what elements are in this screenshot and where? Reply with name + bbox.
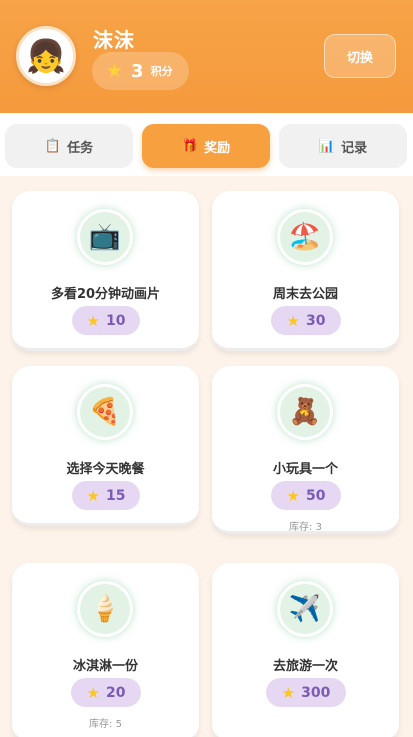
star-icon: ★ xyxy=(86,311,100,330)
cost-value: 20 xyxy=(105,684,126,701)
points-badge: ★ 3 积分 xyxy=(92,52,189,90)
reward-card[interactable]: 🧸 小玩具一个 ★ 50 库存: 3 xyxy=(212,366,399,534)
ice-cream-icon: 🍦 xyxy=(77,581,133,637)
tab-label: 记录 xyxy=(341,140,368,156)
reward-grid: 📺 多看20分钟动画片 ★ 10 🏖️ 周末去公园 ★ 30 🍕 选择今天晚餐 … xyxy=(0,176,413,737)
tab-rewards[interactable]: 🎁 奖励 xyxy=(142,124,270,168)
reward-title: 去旅游一次 xyxy=(272,659,338,674)
reward-cost: ★ 15 xyxy=(72,481,140,510)
beach-icon: 🏖️ xyxy=(277,209,333,265)
star-icon: ★ xyxy=(106,59,124,82)
stock-count: 库存: 5 xyxy=(89,719,122,730)
airplane-icon: ✈️ xyxy=(277,581,333,637)
reward-cost: ★ 20 xyxy=(71,678,141,707)
stock-count: 库存: 3 xyxy=(289,522,322,533)
header: 👧 沫沫 ★ 3 积分 切换 xyxy=(0,0,413,113)
points-unit: 积分 xyxy=(150,65,173,78)
gift-icon: 🎁 xyxy=(181,138,199,154)
reward-title: 多看20分钟动画片 xyxy=(50,287,161,302)
clipboard-icon: 📋 xyxy=(44,138,62,154)
star-icon: ★ xyxy=(286,486,300,505)
pizza-icon: 🍕 xyxy=(77,384,133,440)
star-icon: ★ xyxy=(86,486,100,505)
tab-records[interactable]: 📊 记录 xyxy=(279,124,407,168)
switch-child-button[interactable]: 切换 xyxy=(324,34,396,78)
reward-cost: ★ 50 xyxy=(271,481,341,510)
reward-title: 周末去公园 xyxy=(272,287,338,302)
user-name: 沫沫 xyxy=(93,28,135,52)
tab-label: 任务 xyxy=(67,140,94,156)
tab-bar: 📋 任务 🎁 奖励 📊 记录 xyxy=(0,113,413,176)
tab-label: 奖励 xyxy=(204,140,231,156)
cost-value: 50 xyxy=(305,487,326,504)
cost-value: 300 xyxy=(301,684,331,701)
reward-cost: ★ 10 xyxy=(72,306,140,335)
reward-title: 小玩具一个 xyxy=(272,462,338,477)
teddy-bear-icon: 🧸 xyxy=(277,384,333,440)
points-value: 3 xyxy=(131,60,144,82)
tv-icon: 📺 xyxy=(77,209,133,265)
reward-card[interactable]: 🍦 冰淇淋一份 ★ 20 库存: 5 xyxy=(12,563,199,737)
reward-cost: ★ 300 xyxy=(266,678,346,707)
reward-card[interactable]: 📺 多看20分钟动画片 ★ 10 xyxy=(12,191,199,351)
reward-card[interactable]: 🍕 选择今天晚餐 ★ 15 xyxy=(12,366,199,526)
reward-cost: ★ 30 xyxy=(271,306,341,335)
cost-value: 30 xyxy=(305,312,326,329)
reward-card[interactable]: ✈️ 去旅游一次 ★ 300 xyxy=(212,563,399,737)
star-icon: ★ xyxy=(86,683,100,702)
child-avatar-icon[interactable]: 👧 xyxy=(16,26,76,86)
reward-title: 选择今天晚餐 xyxy=(66,462,145,477)
star-icon: ★ xyxy=(286,311,300,330)
bar-chart-icon: 📊 xyxy=(318,138,336,154)
tab-tasks[interactable]: 📋 任务 xyxy=(5,124,133,168)
cost-value: 15 xyxy=(105,487,126,504)
reward-card[interactable]: 🏖️ 周末去公园 ★ 30 xyxy=(212,191,399,351)
reward-title: 冰淇淋一份 xyxy=(72,659,138,674)
star-icon: ★ xyxy=(281,683,296,702)
cost-value: 10 xyxy=(105,312,126,329)
